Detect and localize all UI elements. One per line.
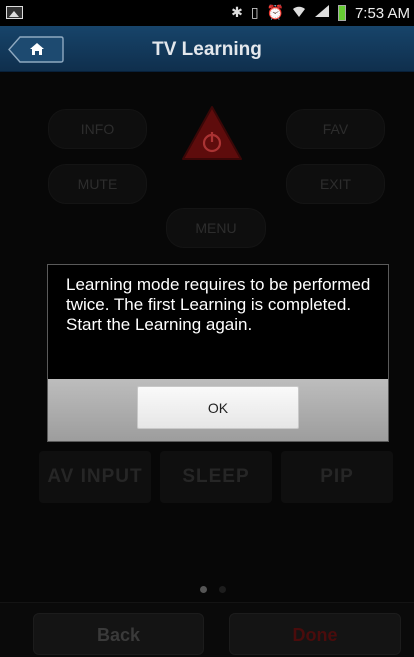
status-bar: ✱ ▯ ⏰ 7:53 AM [0, 0, 414, 26]
fav-button[interactable]: FAV [286, 109, 385, 149]
status-time: 7:53 AM [354, 5, 410, 22]
mute-button[interactable]: MUTE [48, 164, 147, 204]
power-icon [182, 106, 242, 160]
page-dot-active [200, 586, 207, 593]
alarm-icon: ⏰ [266, 5, 284, 21]
status-icons: ✱ ▯ ⏰ [231, 4, 346, 22]
av-input-button[interactable]: AV INPUT [39, 451, 151, 503]
power-button[interactable] [181, 105, 243, 161]
battery-icon [338, 5, 346, 21]
info-button[interactable]: INFO [48, 109, 147, 149]
gallery-icon [6, 6, 23, 19]
dialog-message: Learning mode requires to be performed t… [66, 275, 371, 334]
bluetooth-icon: ✱ [231, 5, 243, 21]
signal-icon [314, 4, 330, 22]
pip-button[interactable]: PIP [281, 451, 393, 503]
exit-button[interactable]: EXIT [286, 164, 385, 204]
back-button[interactable]: Back [33, 613, 204, 655]
page-indicator [200, 586, 226, 593]
title-bar: TV Learning [0, 26, 414, 72]
learning-dialog: Learning mode requires to be performed t… [47, 264, 389, 442]
wifi-icon [292, 4, 306, 22]
dialog-footer: OK [48, 379, 388, 441]
page-title: TV Learning [152, 39, 262, 60]
done-button[interactable]: Done [229, 613, 401, 655]
vibrate-icon: ▯ [250, 5, 259, 21]
page-dot [219, 586, 226, 593]
sleep-button[interactable]: SLEEP [160, 451, 272, 503]
ok-button[interactable]: OK [137, 386, 299, 429]
menu-button[interactable]: MENU [166, 208, 266, 248]
bottom-bar: Back Done [0, 602, 414, 657]
